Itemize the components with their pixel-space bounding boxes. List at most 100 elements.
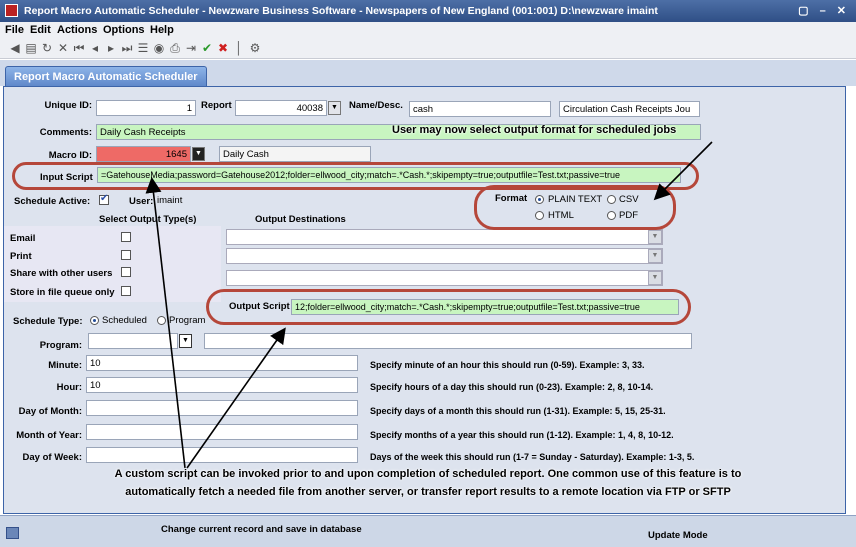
email-destination-field[interactable] (226, 229, 663, 245)
output-type-share-checkbox[interactable] (121, 267, 131, 277)
toolbar: ◀ ▤ ↻ ✕ ⏮ ◂ ▸ ⏭ ☰ ◉ ⎙ ⇥ ✔ ✖ │ ⚙ (0, 39, 856, 59)
unique-id-field[interactable]: 1 (96, 100, 196, 116)
window-title: Report Macro Automatic Scheduler - Newzw… (24, 5, 658, 17)
user-label: User: (129, 196, 154, 207)
program-field[interactable] (88, 333, 178, 349)
email-destination-button[interactable]: ▼ (648, 230, 662, 244)
day-of-month-field[interactable] (86, 400, 358, 416)
stack-icon[interactable]: ◉ (152, 41, 166, 55)
output-type-file-queue-checkbox[interactable] (121, 286, 131, 296)
refresh-icon[interactable]: ↻ (40, 41, 54, 55)
output-type-print-label: Print (10, 251, 32, 262)
menu-bar: File Edit Actions Options Help (0, 22, 856, 39)
status-icon[interactable] (6, 527, 19, 539)
divider-icon: │ (235, 41, 243, 55)
tab-report-macro-scheduler[interactable]: Report Macro Automatic Scheduler (5, 66, 207, 87)
report-description-field[interactable]: Circulation Cash Receipts Jou (559, 101, 700, 117)
previous-record-icon[interactable]: ◂ (88, 41, 102, 55)
status-mode: Update Mode (648, 530, 708, 541)
report-label: Report (201, 100, 232, 111)
input-script-label: Input Script (40, 172, 93, 183)
day-of-week-field[interactable] (86, 447, 358, 463)
format-html-label: HTML (548, 210, 574, 221)
schedule-active-label: Schedule Active: (14, 196, 91, 207)
select-output-types-label: Select Output Type(s) (99, 214, 197, 225)
cancel-icon[interactable]: ✖ (216, 41, 230, 55)
output-type-email-label: Email (10, 233, 36, 244)
output-script-label: Output Script (229, 301, 290, 312)
schedule-active-checkbox[interactable] (99, 193, 109, 205)
schedule-type-label: Schedule Type: (13, 316, 83, 327)
macro-id-field[interactable]: 1645 (96, 146, 191, 162)
document-icon[interactable]: ▤ (24, 41, 38, 55)
help-icon[interactable]: ⚙ (248, 41, 262, 55)
schedule-type-program-label: Program (169, 315, 206, 326)
menu-actions[interactable]: Actions (57, 24, 97, 36)
format-annotation-text: User may now select output format for sc… (392, 124, 677, 136)
output-script-field[interactable]: 12;folder=ellwood_city;match=.*Cash.*;sk… (291, 299, 679, 315)
list-icon[interactable]: ☰ (136, 41, 150, 55)
month-of-year-hint: Specify months of a year this should run… (370, 430, 674, 440)
format-csv-radio[interactable] (607, 195, 616, 204)
last-record-icon[interactable]: ⏭ (120, 41, 134, 56)
print-icon[interactable]: ⎙ (168, 41, 182, 56)
macro-id-dropdown-button[interactable]: ▼ (192, 147, 205, 161)
output-type-file-queue-label: Store in file queue only (10, 287, 115, 298)
output-type-print-checkbox[interactable] (121, 250, 131, 260)
format-label: Format (495, 193, 528, 204)
hour-hint: Specify hours of a day this should run (… (370, 382, 654, 392)
app-icon (5, 4, 18, 17)
back-icon[interactable]: ◀ (8, 41, 22, 55)
format-pdf-radio[interactable] (607, 211, 616, 220)
schedule-type-scheduled-label: Scheduled (102, 315, 147, 326)
print-destination-field[interactable] (226, 248, 663, 264)
program-dropdown-button[interactable]: ▼ (179, 334, 192, 348)
hour-label: Hour: (56, 382, 82, 393)
export-icon[interactable]: ⇥ (184, 41, 198, 55)
macro-id-label: Macro ID: (48, 150, 92, 161)
minute-label: Minute: (48, 360, 82, 371)
report-lookup-button[interactable]: ▼ (328, 101, 341, 115)
format-html-radio[interactable] (535, 211, 544, 220)
share-destination-button[interactable]: ▼ (648, 271, 662, 285)
script-annotation-line-2: automatically fetch a needed file from a… (125, 486, 731, 498)
program-label: Program: (39, 340, 82, 351)
schedule-type-scheduled-radio[interactable] (90, 316, 99, 325)
day-of-week-label: Day of Week: (22, 452, 82, 463)
macro-description-field: Daily Cash (219, 146, 371, 162)
save-check-icon[interactable]: ✔ (200, 41, 214, 55)
share-destination-field[interactable] (226, 270, 663, 286)
menu-options[interactable]: Options (103, 24, 145, 36)
input-script-field[interactable]: =GatehouseMedia;password=Gatehouse2012;f… (97, 167, 681, 183)
minute-hint: Specify minute of an hour this should ru… (370, 360, 645, 370)
name-desc-label: Name/Desc. (349, 100, 403, 111)
format-csv-label: CSV (619, 194, 639, 205)
comments-label: Comments: (39, 127, 92, 138)
status-bar: Change current record and save in databa… (0, 515, 856, 547)
delete-icon[interactable]: ✕ (56, 41, 70, 55)
script-annotation-line-1: A custom script can be invoked prior to … (114, 468, 742, 480)
window-controls[interactable]: ▢ – ✕ (798, 4, 850, 17)
menu-edit[interactable]: Edit (30, 24, 51, 36)
month-of-year-field[interactable] (86, 424, 358, 440)
report-field[interactable]: 40038 (235, 100, 327, 116)
hour-field[interactable]: 10 (86, 377, 358, 393)
menu-help[interactable]: Help (150, 24, 174, 36)
month-of-year-label: Month of Year: (16, 430, 82, 441)
output-destinations-label: Output Destinations (255, 214, 346, 225)
output-type-email-checkbox[interactable] (121, 232, 131, 242)
day-of-week-hint: Days of the week this should run (1-7 = … (370, 452, 695, 462)
print-destination-button[interactable]: ▼ (648, 249, 662, 263)
format-pdf-label: PDF (619, 210, 638, 221)
next-record-icon[interactable]: ▸ (104, 41, 118, 55)
name-desc-field[interactable]: cash (409, 101, 551, 117)
schedule-type-program-radio[interactable] (157, 316, 166, 325)
format-plain-text-label: PLAIN TEXT (548, 194, 603, 205)
title-bar: Report Macro Automatic Scheduler - Newzw… (0, 0, 856, 22)
user-value: imaint (157, 195, 183, 206)
format-plain-text-radio[interactable] (535, 195, 544, 204)
first-record-icon[interactable]: ⏮ (72, 41, 86, 56)
unique-id-label: Unique ID: (44, 100, 93, 111)
menu-file[interactable]: File (5, 24, 24, 36)
minute-field[interactable]: 10 (86, 355, 358, 371)
